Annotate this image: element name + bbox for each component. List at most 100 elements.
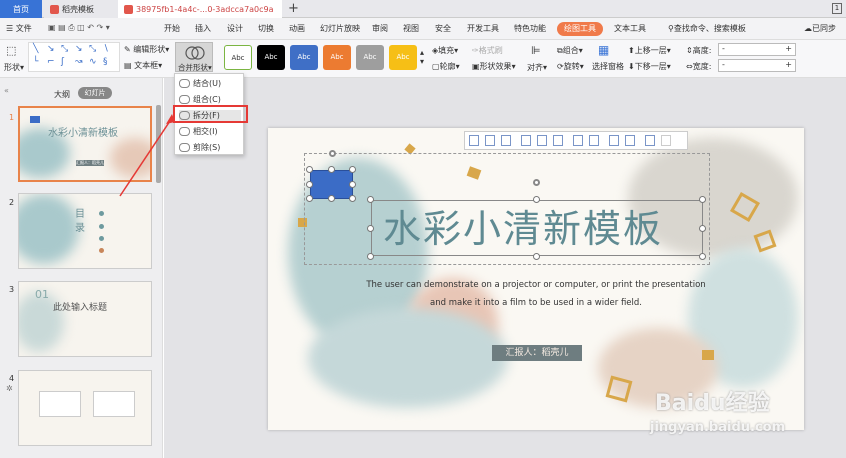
resize-handle[interactable] xyxy=(306,195,313,202)
resize-handle[interactable] xyxy=(699,196,706,203)
curve-arrow-icon[interactable]: ↝ xyxy=(75,57,83,67)
align-bottom-icon[interactable] xyxy=(553,135,563,146)
group-button[interactable]: ⧉组合▾ xyxy=(557,45,583,56)
menu-drawing-tools[interactable]: 绘图工具 xyxy=(557,22,603,36)
align-center-icon[interactable] xyxy=(485,135,495,146)
collapse-pane-icon[interactable]: « xyxy=(4,86,9,95)
resize-handle[interactable] xyxy=(533,253,540,260)
tab-current-file[interactable]: 38975fb1-4a4c-...0-3adcca7a0c9a xyxy=(118,0,282,18)
resize-handle[interactable] xyxy=(328,195,335,202)
menu-developer[interactable]: 开发工具 xyxy=(467,23,499,34)
new-tab-button[interactable]: + xyxy=(288,1,299,16)
slide-title[interactable]: 水彩小清新模板 xyxy=(383,198,663,253)
group-objects-icon[interactable] xyxy=(609,135,619,146)
text-box-button[interactable]: ▤ 文本框▾ xyxy=(124,60,162,71)
shape-gallery[interactable]: ╲ ↘ ⤡ ↘ ⤡ ∖ └ ⌐ ʃ ↝ ∿ § xyxy=(28,42,120,72)
resize-handle[interactable] xyxy=(349,181,356,188)
shape-style-blue[interactable]: Abc xyxy=(290,45,318,70)
double-arrow-shape-icon[interactable]: ⤡ xyxy=(61,44,68,54)
resize-handle[interactable] xyxy=(367,196,374,203)
curve-shape-icon[interactable]: ∖ xyxy=(103,44,109,54)
resize-handle[interactable] xyxy=(349,166,356,173)
slide-description-line1[interactable]: The user can demonstrate on a projector … xyxy=(268,280,804,290)
menu-transition[interactable]: 切换 xyxy=(258,23,274,34)
file-menu[interactable]: ☰ 文件 xyxy=(6,23,32,34)
merge-shape-button[interactable]: 合并形状▾ xyxy=(175,42,213,72)
menu-review[interactable]: 审阅 xyxy=(372,23,388,34)
menu-start[interactable]: 开始 xyxy=(164,23,180,34)
distribute-horizontal-icon[interactable] xyxy=(573,135,583,146)
elbow-connector-icon[interactable]: └ xyxy=(33,57,38,67)
edit-shape-button[interactable]: ✎ 编辑形状▾ xyxy=(124,44,169,55)
distribute-vertical-icon[interactable] xyxy=(589,135,599,146)
align-left-icon[interactable] xyxy=(469,135,479,146)
shape-effect-button[interactable]: ▣形状效果▾ xyxy=(472,61,516,72)
curved-connector-icon[interactable]: ⌐ xyxy=(47,57,55,67)
menu-view[interactable]: 视图 xyxy=(403,23,419,34)
shape-style-gray[interactable]: Abc xyxy=(356,45,384,70)
menu-item-combine[interactable]: 组合(C) xyxy=(179,94,221,105)
sync-status[interactable]: ☁已同步 xyxy=(804,23,836,34)
more-options-icon[interactable] xyxy=(645,135,655,146)
connector-shape-icon[interactable]: ⤡ xyxy=(89,44,96,54)
elbow-shape-icon[interactable]: ↘ xyxy=(75,44,83,54)
selection-pane-icon[interactable]: ▦ xyxy=(598,43,609,57)
shape-style-orange[interactable]: Abc xyxy=(323,45,351,70)
slide-thumbnail-3[interactable]: 01 此处输入标题 xyxy=(18,281,152,357)
slide-description-line2[interactable]: and make it into a film to be used in a … xyxy=(268,298,804,308)
send-backward-button[interactable]: ⬇下移一层▾ xyxy=(628,61,671,72)
command-search[interactable]: ⚲查找命令、搜索模板 xyxy=(668,23,746,34)
resize-handle[interactable] xyxy=(699,225,706,232)
tab-docer-templates[interactable]: 稻壳模板 xyxy=(44,0,118,18)
slides-pane-scrollbar[interactable] xyxy=(156,105,161,183)
menu-security[interactable]: 安全 xyxy=(435,23,451,34)
line-shape-icon[interactable]: ╲ xyxy=(33,44,38,54)
resize-handle[interactable] xyxy=(306,166,313,173)
align-middle-icon[interactable] xyxy=(537,135,547,146)
outline-button[interactable]: ▢轮廓▾ xyxy=(432,61,460,72)
resize-handle[interactable] xyxy=(328,166,335,173)
s-shape-icon[interactable]: § xyxy=(103,57,108,67)
format-painter-button[interactable]: ✑格式刷 xyxy=(472,45,503,56)
menu-design[interactable]: 设计 xyxy=(227,23,243,34)
slide-thumbnail-4[interactable] xyxy=(18,370,152,446)
slide-thumbnail-2[interactable]: 目 录 xyxy=(18,193,152,269)
menu-insert[interactable]: 插入 xyxy=(195,23,211,34)
reporter-label[interactable]: 汇报人：稻壳儿 xyxy=(492,345,582,361)
resize-handle[interactable] xyxy=(367,253,374,260)
lock-icon[interactable] xyxy=(661,135,671,146)
wave-icon[interactable]: ∿ xyxy=(89,57,97,67)
align-button[interactable]: 对齐▾ xyxy=(527,62,547,73)
shape-gallery-icon[interactable]: ⬚ xyxy=(6,44,16,57)
menu-item-subtract[interactable]: 剪除(S) xyxy=(179,142,220,153)
s-curve-icon[interactable]: ʃ xyxy=(61,57,64,67)
rotate-handle-icon[interactable] xyxy=(329,150,336,157)
selection-pane-button[interactable]: 选择窗格 xyxy=(592,61,624,72)
shape-button[interactable]: 形状▾ xyxy=(4,62,24,73)
tab-outline[interactable]: 大纲 xyxy=(54,89,70,100)
ungroup-objects-icon[interactable] xyxy=(625,135,635,146)
rotate-handle-icon[interactable] xyxy=(533,179,540,186)
style-gallery-scroll[interactable]: ▴ ▾ xyxy=(420,48,424,66)
tab-slides[interactable]: 幻灯片 xyxy=(78,87,112,99)
menu-item-intersect[interactable]: 相交(I) xyxy=(179,126,218,137)
rotate-button[interactable]: ⟳旋转▾ xyxy=(557,61,584,72)
shape-style-white[interactable]: Abc xyxy=(224,45,252,70)
window-count-badge[interactable]: 1 xyxy=(832,3,842,14)
menu-features[interactable]: 特色功能 xyxy=(514,23,546,34)
shape-style-yellow[interactable]: Abc xyxy=(389,45,417,70)
width-input[interactable]: - + xyxy=(718,59,796,72)
fill-button[interactable]: ◈填充▾ xyxy=(432,45,458,56)
align-top-icon[interactable] xyxy=(521,135,531,146)
arrow-shape-icon[interactable]: ↘ xyxy=(47,44,55,54)
resize-handle[interactable] xyxy=(699,253,706,260)
shape-style-black[interactable]: Abc xyxy=(257,45,285,70)
resize-handle[interactable] xyxy=(533,196,540,203)
menu-animation[interactable]: 动画 xyxy=(289,23,305,34)
slide-thumbnail-1[interactable]: 水彩小清新模板 汇报人：稻壳儿 xyxy=(18,106,152,182)
menu-slideshow[interactable]: 幻灯片放映 xyxy=(320,23,360,34)
resize-handle[interactable] xyxy=(349,195,356,202)
bring-forward-button[interactable]: ⬆上移一层▾ xyxy=(628,45,671,56)
resize-handle[interactable] xyxy=(367,225,374,232)
menu-text-tools[interactable]: 文本工具 xyxy=(614,23,646,34)
